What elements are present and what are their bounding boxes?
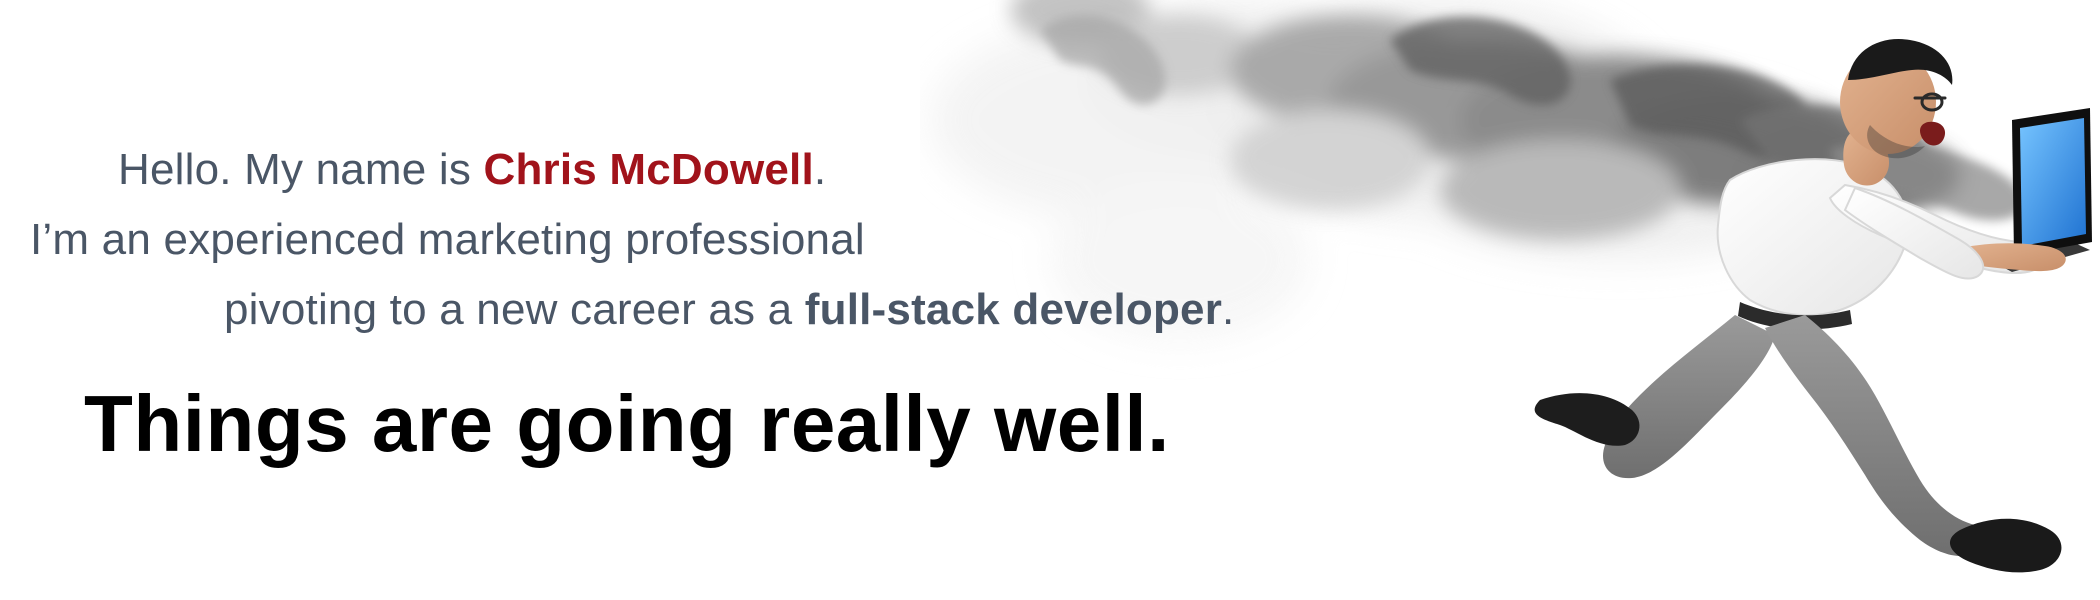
- head-icon: [1840, 39, 1953, 159]
- tagline: Things are going really well.: [84, 379, 1170, 468]
- role-highlight: full-stack developer: [804, 285, 1223, 334]
- intro-line-3: pivoting to a new career as a full-stack…: [224, 288, 1234, 332]
- hero-banner: Hello. My name is Chris McDowell. I’m an…: [0, 0, 2100, 600]
- running-man-with-laptop-icon: [1534, 39, 2092, 573]
- intro-line-2: I’m an experienced marketing professiona…: [30, 215, 865, 264]
- intro-line-1-suffix: .: [813, 145, 827, 194]
- intro-line-3-suffix: .: [1222, 285, 1235, 334]
- intro-line-1-prefix: Hello. My name is: [118, 145, 484, 194]
- intro-line-3-prefix: pivoting to a new career as a: [224, 285, 805, 334]
- intro-line-1: Hello. My name is Chris McDowell.: [118, 148, 826, 192]
- person-name: Chris McDowell: [483, 145, 814, 194]
